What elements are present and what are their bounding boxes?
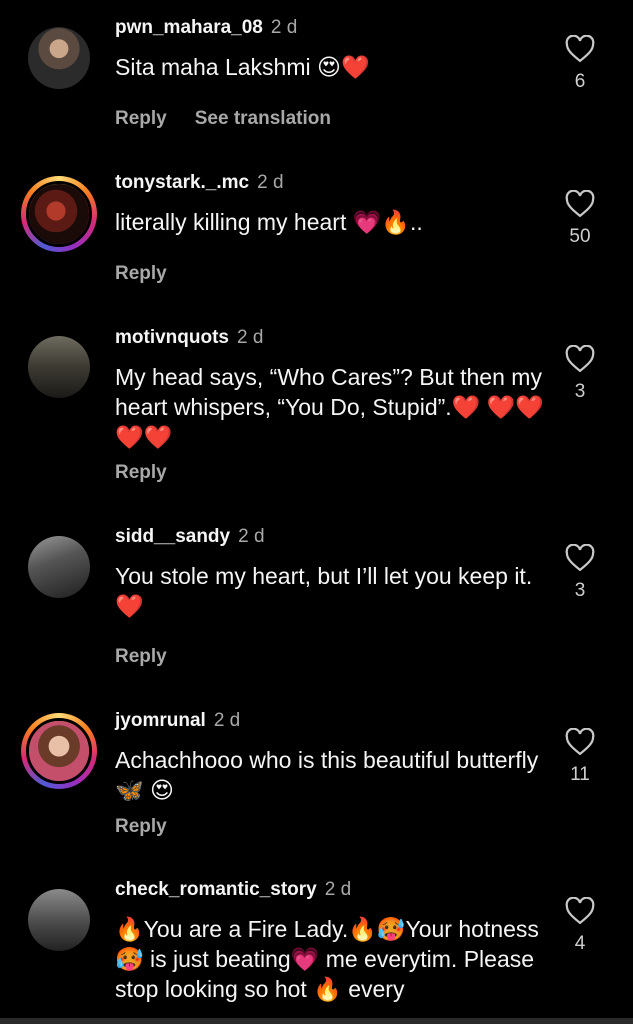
heart-outline-icon[interactable] [565, 190, 595, 218]
reply-button[interactable]: Reply [115, 108, 167, 129]
reply-button[interactable]: Reply [115, 462, 167, 483]
comment-actions: Reply See translation [115, 108, 359, 130]
see-translation-button[interactable]: See translation [195, 108, 331, 129]
comment-time: 2 d [257, 172, 284, 193]
navigation-bar [0, 1018, 633, 1024]
like-count: 50 [569, 226, 591, 247]
comment-text: Achachhooo who is this beautiful butterf… [115, 747, 539, 803]
comment-text: 🔥You are a Fire Lady.🔥🥵Your hotness🥵 is … [115, 916, 539, 1002]
avatar[interactable] [28, 336, 90, 398]
comment-username[interactable]: check_romantic_story 2 d [115, 879, 351, 901]
comment-time: 2 d [213, 710, 241, 731]
like-count: 6 [574, 71, 586, 92]
avatar[interactable] [28, 27, 90, 89]
comment-actions: Reply [115, 462, 195, 484]
like-control: 3 [562, 544, 598, 602]
heart-outline-icon[interactable] [565, 345, 595, 373]
like-count: 3 [574, 381, 586, 402]
comment-username[interactable]: motivnquots 2 d [115, 327, 263, 349]
like-count: 3 [574, 580, 586, 601]
avatar[interactable] [28, 889, 90, 951]
like-control: 6 [562, 35, 598, 93]
avatar[interactable] [21, 713, 97, 789]
like-count: 4 [574, 933, 586, 954]
comment-time: 2 d [238, 526, 265, 547]
comment-text: Sita maha Lakshmi 😍❤️ [115, 54, 370, 80]
comment-time: 2 d [270, 17, 298, 38]
comment-text: You stole my heart, but I’ll let you kee… [115, 563, 533, 619]
comment-text: literally killing my heart 💗🔥.. [115, 209, 423, 235]
like-control: 50 [562, 190, 598, 248]
comment-time: 2 d [237, 327, 264, 348]
comment-username[interactable]: jyomrunal 2 d [115, 710, 240, 732]
comment-text: My head says, “Who Cares”? But then my h… [115, 364, 544, 450]
comment-username[interactable]: pwn_mahara_08 2 d [115, 17, 297, 39]
heart-outline-icon[interactable] [565, 728, 595, 756]
comment-actions: Reply [115, 816, 195, 838]
comment-actions: Reply [115, 263, 195, 285]
avatar[interactable] [28, 536, 90, 598]
like-control: 3 [562, 345, 598, 403]
heart-outline-icon[interactable] [565, 35, 595, 63]
reply-button[interactable]: Reply [115, 816, 167, 837]
reply-button[interactable]: Reply [115, 646, 167, 667]
comment-username[interactable]: tonystark._.mc 2 d [115, 172, 284, 194]
heart-outline-icon[interactable] [565, 897, 595, 925]
reply-button[interactable]: Reply [115, 263, 167, 284]
comment-username[interactable]: sidd__sandy 2 d [115, 526, 265, 548]
comment-actions: Reply [115, 646, 195, 668]
like-control: 11 [562, 728, 598, 786]
heart-outline-icon[interactable] [565, 544, 595, 572]
avatar[interactable] [21, 176, 97, 252]
like-control: 4 [562, 897, 598, 955]
comment-time: 2 d [324, 879, 352, 900]
like-count: 11 [570, 764, 590, 785]
